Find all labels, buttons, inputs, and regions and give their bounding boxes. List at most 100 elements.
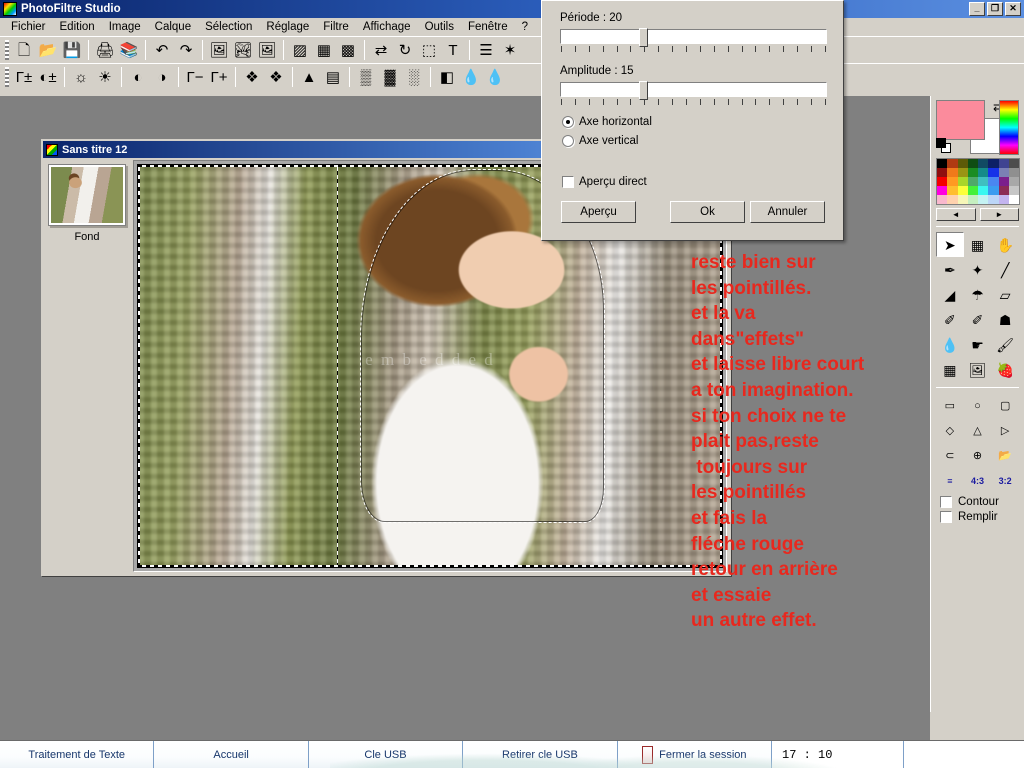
palette-prev-button[interactable]: ◄ <box>936 208 976 221</box>
saturation-minus-icon[interactable]: ❖ <box>240 66 264 89</box>
hue-strip[interactable] <box>999 100 1019 155</box>
palette-swatch[interactable] <box>988 177 999 186</box>
palette-swatch[interactable] <box>998 195 1009 204</box>
palette-swatch[interactable] <box>978 177 989 186</box>
auto-gamma-icon[interactable]: Γ± <box>12 66 36 89</box>
menu-item-[interactable]: ? <box>515 20 535 34</box>
duplicate-image-icon[interactable]: 🖼 <box>255 39 279 62</box>
contour-checkbox[interactable] <box>940 496 952 508</box>
line-tool-icon[interactable]: ╱ <box>991 257 1019 282</box>
layers-icon[interactable]: ☰ <box>474 39 498 62</box>
menu-item-r-glage[interactable]: Réglage <box>259 20 316 34</box>
ratio-free-icon[interactable]: ≡ <box>936 468 964 493</box>
ellipse-shape-icon[interactable]: ○ <box>964 393 992 418</box>
flip-horizontal-icon[interactable]: ⇄ <box>369 39 393 62</box>
period-slider-thumb[interactable] <box>639 28 648 47</box>
remplir-option[interactable]: Remplir <box>940 511 1019 523</box>
paste-transparency-icon[interactable]: 🏞 <box>231 39 255 62</box>
menu-item-outils[interactable]: Outils <box>418 20 461 34</box>
palette-swatch[interactable] <box>998 177 1009 186</box>
menu-item-edition[interactable]: Edition <box>53 20 102 34</box>
palette-swatch[interactable] <box>947 177 958 186</box>
menu-item-calque[interactable]: Calque <box>148 20 198 34</box>
blur-drop-icon[interactable]: 💧 <box>459 66 483 89</box>
palette-swatch[interactable] <box>957 195 968 204</box>
mask-icon[interactable]: ◧ <box>435 66 459 89</box>
color-mode-icon[interactable]: ▦ <box>312 39 336 62</box>
taskbar-item-cle-usb[interactable]: Cle USB <box>308 741 464 768</box>
open-folder-icon[interactable]: 📂 <box>36 39 60 62</box>
saturation-plus-icon[interactable]: ❖ <box>264 66 288 89</box>
palette-swatch[interactable] <box>1008 195 1019 204</box>
ok-button[interactable]: Ok <box>670 201 745 223</box>
amplitude-slider[interactable] <box>560 81 827 100</box>
grayscale-icon[interactable]: ▨ <box>288 39 312 62</box>
diamond-shape-icon[interactable]: ◇ <box>936 418 964 443</box>
brightness-minus-icon[interactable]: ☼ <box>69 66 93 89</box>
hand-tool-icon[interactable]: ✋ <box>991 232 1019 257</box>
toolbar-grip[interactable] <box>5 40 9 60</box>
contrast-minus-icon[interactable]: ◐ <box>126 66 150 89</box>
portrait-tool-icon[interactable]: 🖼 <box>964 357 992 382</box>
palette-swatch[interactable] <box>947 186 958 195</box>
magic-wand-tool-icon[interactable]: ✦ <box>964 257 992 282</box>
taskbar-item-traitement-de-texte[interactable]: Traitement de Texte <box>0 741 155 768</box>
minimize-button[interactable]: _ <box>969 2 985 16</box>
preview-button[interactable]: Aperçu <box>561 201 636 223</box>
eyedropper-tool-icon[interactable]: ✒ <box>936 257 964 282</box>
grid-dark-icon[interactable]: ▒ <box>354 66 378 89</box>
menu-item-fen-tre[interactable]: Fenêtre <box>461 20 515 34</box>
eraser-tool-icon[interactable]: ▱ <box>991 282 1019 307</box>
palette-swatch[interactable] <box>967 168 978 177</box>
palette-swatch[interactable] <box>978 186 989 195</box>
triangle-shape-icon[interactable]: △ <box>964 418 992 443</box>
grid-light-icon[interactable]: ░ <box>402 66 426 89</box>
palette-swatch[interactable] <box>988 159 999 168</box>
palette-swatch[interactable] <box>947 195 958 204</box>
undo-icon[interactable]: ↶ <box>150 39 174 62</box>
palette-swatch[interactable] <box>947 159 958 168</box>
effects-icon[interactable]: ✶ <box>498 39 522 62</box>
color-palette-grid[interactable] <box>936 158 1020 205</box>
palette-swatch[interactable] <box>937 195 948 204</box>
ratio-3-2-icon[interactable]: 3:2 <box>991 468 1019 493</box>
gamma-minus-icon[interactable]: Γ− <box>183 66 207 89</box>
brush-plus-tool-icon[interactable]: ✐ <box>964 307 992 332</box>
text-tool-icon[interactable]: T <box>441 39 465 62</box>
histogram-icon[interactable]: ▲ <box>297 66 321 89</box>
brightness-plus-icon[interactable]: ☀ <box>93 66 117 89</box>
close-button[interactable]: ✕ <box>1005 2 1021 16</box>
right-triangle-shape-icon[interactable]: ▷ <box>991 418 1019 443</box>
selection-tool-icon[interactable]: ▦ <box>964 232 992 257</box>
grid-medium-icon[interactable]: ▓ <box>378 66 402 89</box>
ratio-4-3-icon[interactable]: 4:3 <box>964 468 992 493</box>
palette-swatch[interactable] <box>967 159 978 168</box>
levels-icon[interactable]: ▤ <box>321 66 345 89</box>
lasso-shape-icon[interactable]: ⊂ <box>936 443 964 468</box>
taskbar-item-accueil[interactable]: Accueil <box>154 741 309 768</box>
layer-thumbnail[interactable] <box>48 164 126 226</box>
menu-item-filtre[interactable]: Filtre <box>316 20 356 34</box>
restore-button[interactable]: ❐ <box>987 2 1003 16</box>
rotate-icon[interactable]: ↻ <box>393 39 417 62</box>
palette-swatch[interactable] <box>957 186 968 195</box>
axis-vertical-radio[interactable]: Axe vertical <box>562 135 638 147</box>
palette-swatch[interactable] <box>937 177 948 186</box>
save-disk-icon[interactable]: 💾 <box>60 39 84 62</box>
direct-preview-checkbox[interactable] <box>562 176 574 188</box>
polygon-shape-icon[interactable]: ⊕ <box>964 443 992 468</box>
pointer-tool-icon[interactable]: ➤ <box>936 232 964 257</box>
palette-swatch[interactable] <box>1008 186 1019 195</box>
palette-swatch[interactable] <box>937 159 948 168</box>
open-shape-icon[interactable]: 📂 <box>991 443 1019 468</box>
palette-swatch[interactable] <box>988 168 999 177</box>
palette-swatch[interactable] <box>988 195 999 204</box>
rounded-rect-shape-icon[interactable]: ▢ <box>991 393 1019 418</box>
brush-tool-icon[interactable]: ✐ <box>936 307 964 332</box>
menu-item-image[interactable]: Image <box>102 20 148 34</box>
new-document-icon[interactable]: 🗋 <box>12 39 36 62</box>
blur-more-icon[interactable]: 💧 <box>483 66 507 89</box>
rectangle-shape-icon[interactable]: ▭ <box>936 393 964 418</box>
direct-preview-checkbox-row[interactable]: Aperçu direct <box>562 176 647 188</box>
palette-next-button[interactable]: ► <box>979 208 1019 221</box>
